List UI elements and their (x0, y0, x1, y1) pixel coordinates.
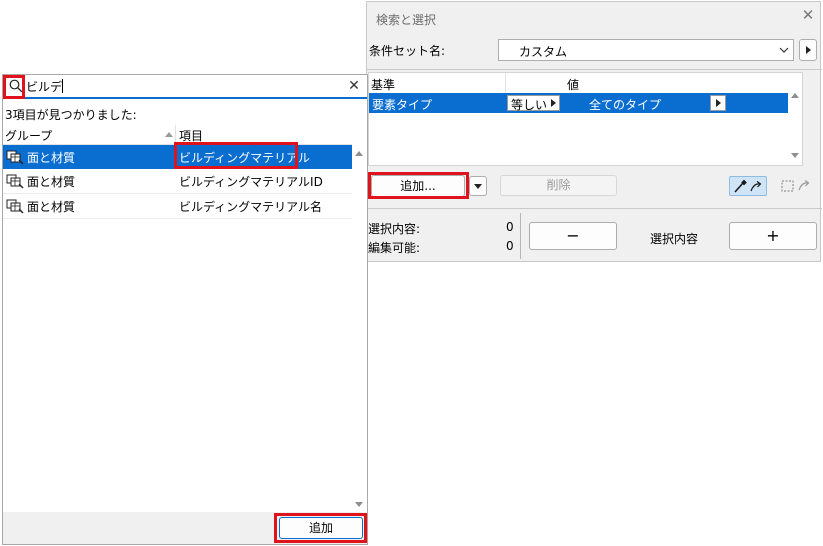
criteria-table-header: 基準 値 (369, 73, 802, 94)
row-item: ビルディングマテリアル名 (179, 200, 323, 214)
surface-material-icon (6, 174, 24, 189)
criteria-set-menu-button[interactable] (799, 39, 817, 61)
eyedropper-icon (734, 179, 762, 193)
sort-ascending-icon (165, 132, 173, 137)
surface-material-icon (6, 150, 24, 165)
delete-criterion-label: 削除 (546, 178, 571, 192)
column-header-group[interactable]: グループ (5, 127, 52, 144)
clear-icon[interactable]: ✕ (347, 78, 361, 94)
plus-label: + (766, 226, 780, 245)
add-criterion-button[interactable]: 追加... (371, 175, 465, 197)
column-divider (175, 125, 176, 145)
triangle-right-icon (716, 99, 721, 107)
add-parameter-button[interactable]: 追加 (279, 517, 363, 539)
criteria-set-label: 条件セット名: (369, 44, 446, 58)
search-input[interactable]: ビルデ (26, 78, 62, 95)
text-caret (62, 79, 63, 93)
scroll-up-icon[interactable] (355, 151, 363, 156)
list-item[interactable]: 面と材質 ビルディングマテリアルID (3, 169, 352, 194)
criteria-scrollbar[interactable] (788, 73, 802, 165)
results-scrollbar[interactable] (352, 125, 367, 512)
selection-content-count: 0 (506, 220, 514, 234)
operator-dropdown[interactable]: 等しい (507, 95, 560, 112)
row-group: 面と材質 (27, 151, 76, 165)
column-divider (505, 73, 506, 93)
add-parameter-label: 追加 (308, 521, 333, 535)
list-item[interactable]: 面と材質 ビルディングマテリアル名 (3, 194, 352, 219)
scroll-up-icon[interactable] (791, 93, 799, 98)
remove-from-selection-button[interactable]: − (529, 222, 617, 250)
minus-label: − (566, 226, 580, 245)
row-group: 面と材質 (27, 200, 76, 214)
add-criterion-dropdown[interactable] (469, 176, 487, 196)
selection-content-label: 選択内容: (368, 222, 421, 236)
find-select-dialog: 検索と選択 ✕ 条件セット名: カスタム 基準 値 要素タイプ 等しい 全てのタ… (366, 1, 822, 262)
value-menu-button[interactable] (710, 95, 726, 111)
close-icon[interactable]: ✕ (800, 7, 816, 23)
selection-content-caption: 選択内容 (650, 232, 699, 246)
list-item[interactable]: 面と材質 ビルディングマテリアル (3, 145, 352, 169)
triangle-right-icon (551, 99, 556, 107)
marquee-icon (781, 180, 810, 192)
triangle-down-icon (474, 184, 482, 189)
surface-material-icon (6, 199, 24, 214)
results-header: グループ 項目 (3, 125, 352, 145)
column-header-item[interactable]: 項目 (179, 127, 203, 144)
criterion-value[interactable]: 全てのタイプ (589, 96, 661, 113)
divider (520, 213, 521, 259)
result-count: 3項目が見つかりました: (5, 108, 137, 122)
editable-label: 編集可能: (368, 241, 421, 255)
search-field[interactable]: ビルデ ✕ (3, 75, 367, 99)
row-item: ビルディングマテリアルID (179, 175, 323, 189)
add-to-selection-button[interactable]: + (729, 222, 817, 250)
row-item: ビルディングマテリアル (179, 151, 311, 165)
criteria-row[interactable]: 要素タイプ 等しい 全てのタイプ (369, 93, 802, 113)
dialog-title: 検索と選択 (376, 13, 437, 27)
scroll-down-icon[interactable] (355, 502, 363, 507)
divider (367, 208, 822, 209)
column-header-value[interactable]: 値 (567, 76, 579, 93)
delete-criterion-button[interactable]: 削除 (500, 175, 617, 196)
criterion-name: 要素タイプ (372, 98, 433, 112)
scroll-down-icon[interactable] (791, 153, 799, 158)
criteria-set-value: カスタム (519, 45, 568, 59)
editable-count: 0 (506, 239, 514, 253)
column-header-criterion[interactable]: 基準 (371, 76, 395, 93)
divider (367, 69, 822, 70)
criteria-set-dropdown[interactable]: カスタム (498, 39, 794, 61)
pick-criteria-toggle[interactable] (729, 176, 767, 196)
parameter-search-panel: ビルデ ✕ 3項目が見つかりました: グループ 項目 面と材質 ビルディングマテ… (2, 74, 368, 545)
triangle-right-icon (806, 46, 811, 54)
row-group: 面と材質 (27, 175, 76, 189)
add-criterion-label: 追加... (400, 179, 436, 193)
chevron-down-icon (779, 47, 789, 53)
operator-value: 等しい (511, 98, 548, 112)
search-icon (9, 79, 23, 93)
panel-footer: 追加 (3, 512, 367, 544)
criteria-table: 基準 値 要素タイプ 等しい 全てのタイプ (368, 72, 803, 166)
pick-selection-toggle[interactable] (777, 176, 817, 196)
